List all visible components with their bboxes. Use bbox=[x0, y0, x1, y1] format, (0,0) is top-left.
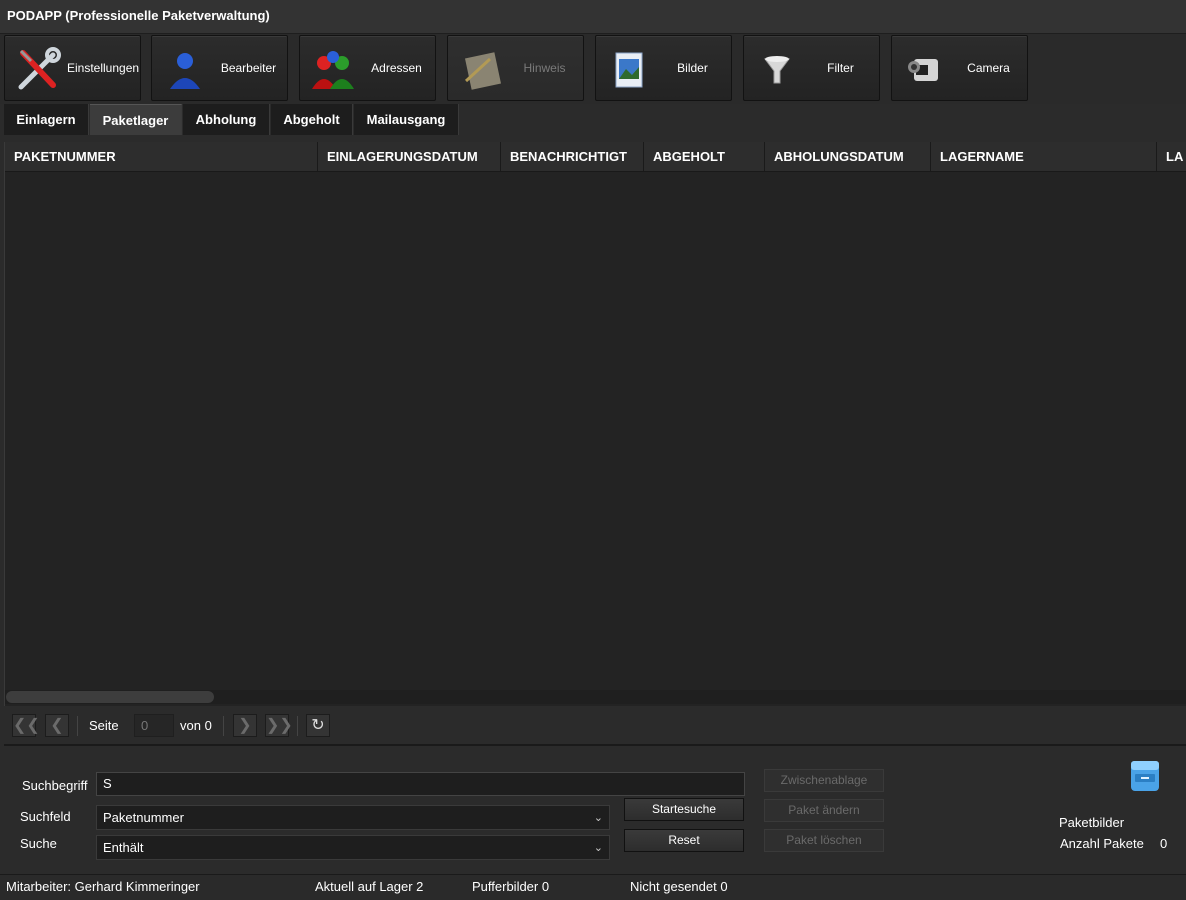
column-header-benachrichtigt[interactable]: BENACHRICHTIGT bbox=[501, 142, 644, 171]
addresses-label: Adressen bbox=[371, 61, 422, 75]
editor-label: Bearbeiter bbox=[220, 61, 277, 75]
tab-abholung[interactable]: Abholung bbox=[183, 104, 270, 135]
pager-separator bbox=[223, 716, 224, 736]
chevron-down-icon: ⌄ bbox=[593, 812, 603, 824]
addresses-button[interactable]: Adressen bbox=[299, 35, 436, 101]
horizontal-scrollbar[interactable] bbox=[5, 690, 1186, 704]
table-header: PAKETNUMMER EINLAGERUNGSDATUM BENACHRICH… bbox=[5, 142, 1186, 172]
reset-button[interactable]: Reset bbox=[624, 829, 744, 852]
refresh-button[interactable]: ↻ bbox=[306, 714, 330, 737]
pager-separator bbox=[297, 716, 298, 736]
tab-einlagern[interactable]: Einlagern bbox=[4, 104, 89, 135]
search-mode-label: Suche bbox=[20, 836, 57, 851]
chevron-left-icon: ❮ bbox=[50, 717, 64, 734]
start-search-button[interactable]: Startesuche bbox=[624, 798, 744, 821]
refresh-icon: ↻ bbox=[311, 717, 325, 734]
column-header-lagername[interactable]: LAGERNAME bbox=[931, 142, 1157, 171]
archive-drawer-icon[interactable] bbox=[1128, 758, 1162, 794]
search-term-input[interactable]: S bbox=[96, 772, 745, 796]
camera-label: Camera bbox=[967, 61, 1010, 75]
chevron-down-icon: ⌄ bbox=[593, 842, 603, 854]
search-field-value: Paketnummer bbox=[103, 810, 184, 825]
search-term-label: Suchbegriff bbox=[22, 778, 88, 793]
next-page-button[interactable]: ❯ bbox=[233, 714, 257, 737]
column-header-paketnummer[interactable]: PAKETNUMMER bbox=[5, 142, 318, 171]
editor-button[interactable]: Bearbeiter bbox=[151, 35, 288, 101]
column-header-abholungsdatum[interactable]: ABHOLUNGSDATUM bbox=[765, 142, 931, 171]
search-mode-select[interactable]: Enthält ⌄ bbox=[96, 835, 610, 860]
user-icon bbox=[170, 53, 200, 89]
note-button[interactable]: Hinweis bbox=[447, 35, 584, 101]
employee-status: Mitarbeiter: Gerhard Kimmeringer bbox=[6, 879, 200, 894]
package-count-label: Anzahl Pakete bbox=[1060, 836, 1144, 851]
column-header-abgeholt[interactable]: ABGEHOLT bbox=[644, 142, 765, 171]
picture-icon bbox=[615, 52, 643, 88]
window-title: PODAPP (Professionelle Paketverwaltung) bbox=[7, 8, 270, 23]
search-mode-value: Enthält bbox=[103, 840, 144, 855]
pictures-label: Bilder bbox=[677, 61, 708, 75]
camera-button[interactable]: Camera bbox=[891, 35, 1028, 101]
delete-package-button[interactable]: Paket löschen bbox=[764, 829, 884, 852]
clipboard-button[interactable]: Zwischenablage bbox=[764, 769, 884, 792]
package-table[interactable]: PAKETNUMMER EINLAGERUNGSDATUM BENACHRICH… bbox=[4, 142, 1186, 706]
double-chevron-right-icon: ❯❯ bbox=[266, 717, 293, 734]
page-count-label: von 0 bbox=[180, 718, 212, 733]
pictures-button[interactable]: Bilder bbox=[595, 35, 732, 101]
tab-mailausgang[interactable]: Mailausgang bbox=[354, 104, 459, 135]
search-field-label: Suchfeld bbox=[20, 809, 71, 824]
page-number-input[interactable]: 0 bbox=[134, 714, 174, 737]
settings-button[interactable]: Einstellungen bbox=[4, 35, 141, 101]
notepad-icon bbox=[464, 52, 501, 90]
page-label: Seite bbox=[89, 718, 119, 733]
toolbar: Einstellungen Bearbeiter Adressen Hinwei… bbox=[0, 34, 1186, 104]
previous-page-button[interactable]: ❮ bbox=[45, 714, 69, 737]
edit-package-button[interactable]: Paket ändern bbox=[764, 799, 884, 822]
funnel-icon bbox=[764, 56, 790, 84]
search-panel: Suchbegriff S Suchfeld Paketnummer ⌄ Suc… bbox=[4, 746, 1186, 872]
title-bar: PODAPP (Professionelle Paketverwaltung) bbox=[0, 0, 1186, 34]
pager: ❮❮ ❮ Seite 0 von 0 ❯ ❯❯ ↻ bbox=[4, 706, 1186, 744]
settings-label: Einstellungen bbox=[67, 61, 140, 75]
first-page-button[interactable]: ❮❮ bbox=[12, 714, 40, 737]
column-header-la[interactable]: LA bbox=[1157, 142, 1186, 171]
unsent-status: Nicht gesendet 0 bbox=[630, 879, 728, 894]
buffer-images-status: Pufferbilder 0 bbox=[472, 879, 550, 894]
tab-paketlager[interactable]: Paketlager bbox=[90, 104, 182, 135]
pager-separator bbox=[77, 716, 78, 736]
storage-status: Aktuell auf Lager 2 bbox=[315, 879, 424, 894]
double-chevron-left-icon: ❮❮ bbox=[13, 717, 40, 734]
status-bar: Mitarbeiter: Gerhard Kimmeringer Aktuell… bbox=[0, 874, 1186, 900]
camcorder-icon bbox=[908, 59, 938, 81]
users-group-icon bbox=[312, 51, 354, 89]
note-label: Hinweis bbox=[523, 61, 566, 75]
tab-bar: Einlagern Paketlager Abholung Abgeholt M… bbox=[0, 104, 1186, 136]
chevron-right-icon: ❯ bbox=[238, 717, 252, 734]
filter-label: Filter bbox=[827, 61, 854, 75]
tools-icon bbox=[18, 47, 61, 90]
scrollbar-thumb[interactable] bbox=[6, 691, 214, 703]
last-page-button[interactable]: ❯❯ bbox=[265, 714, 293, 737]
package-images-label: Paketbilder bbox=[1059, 815, 1125, 830]
filter-button[interactable]: Filter bbox=[743, 35, 880, 101]
package-count-value: 0 bbox=[1160, 836, 1168, 851]
column-header-einlagerungsdatum[interactable]: EINLAGERUNGSDATUM bbox=[318, 142, 501, 171]
tab-abgeholt[interactable]: Abgeholt bbox=[271, 104, 353, 135]
search-field-select[interactable]: Paketnummer ⌄ bbox=[96, 805, 610, 830]
